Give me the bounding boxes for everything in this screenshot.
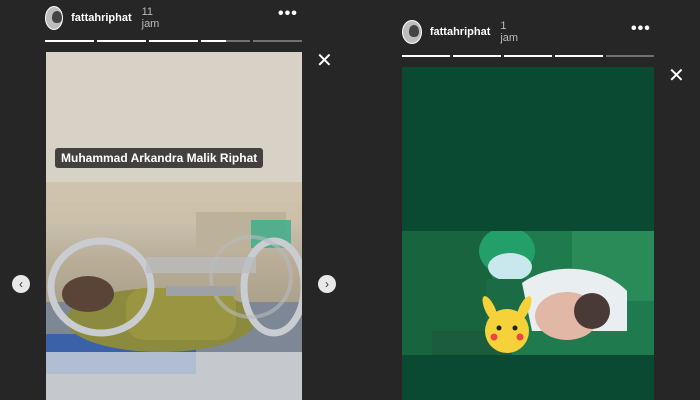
progress-segment: [253, 40, 302, 42]
progress-segment: [606, 55, 654, 57]
progress-segment: [45, 40, 94, 42]
story-progress-bars: [402, 55, 654, 57]
story-progress-bars: [45, 40, 302, 42]
story-header: fattahriphat 1 jam: [402, 17, 522, 47]
story-image-newborn-incubator[interactable]: [46, 52, 302, 400]
close-icon[interactable]: ✕: [668, 66, 685, 86]
progress-segment: [402, 55, 450, 57]
progress-segment: [504, 55, 552, 57]
post-time: 11 jam: [141, 6, 160, 30]
progress-segment: [555, 55, 603, 57]
surgery-photo: [402, 231, 654, 355]
progress-segment: [97, 40, 146, 42]
avatar[interactable]: [45, 6, 64, 30]
avatar[interactable]: [402, 20, 422, 44]
more-dots-icon[interactable]: •••: [631, 20, 651, 38]
username[interactable]: fattahriphat: [430, 26, 491, 38]
close-icon[interactable]: ✕: [316, 51, 333, 71]
more-dots-icon[interactable]: •••: [278, 5, 298, 23]
incubator-photo: [46, 52, 302, 400]
progress-segment: [201, 40, 250, 42]
post-time: 1 jam: [500, 20, 519, 44]
story-header: fattahriphat 11 jam: [45, 3, 165, 33]
username[interactable]: fattahriphat: [71, 12, 132, 24]
progress-segment: [149, 40, 198, 42]
chevron-right-icon[interactable]: ›: [318, 275, 336, 293]
story-image-surgery-newborn[interactable]: [402, 67, 654, 400]
progress-segment: [453, 55, 501, 57]
chevron-left-icon[interactable]: ‹: [12, 275, 30, 293]
story-caption: Muhammad Arkandra Malik Riphat: [55, 148, 264, 168]
